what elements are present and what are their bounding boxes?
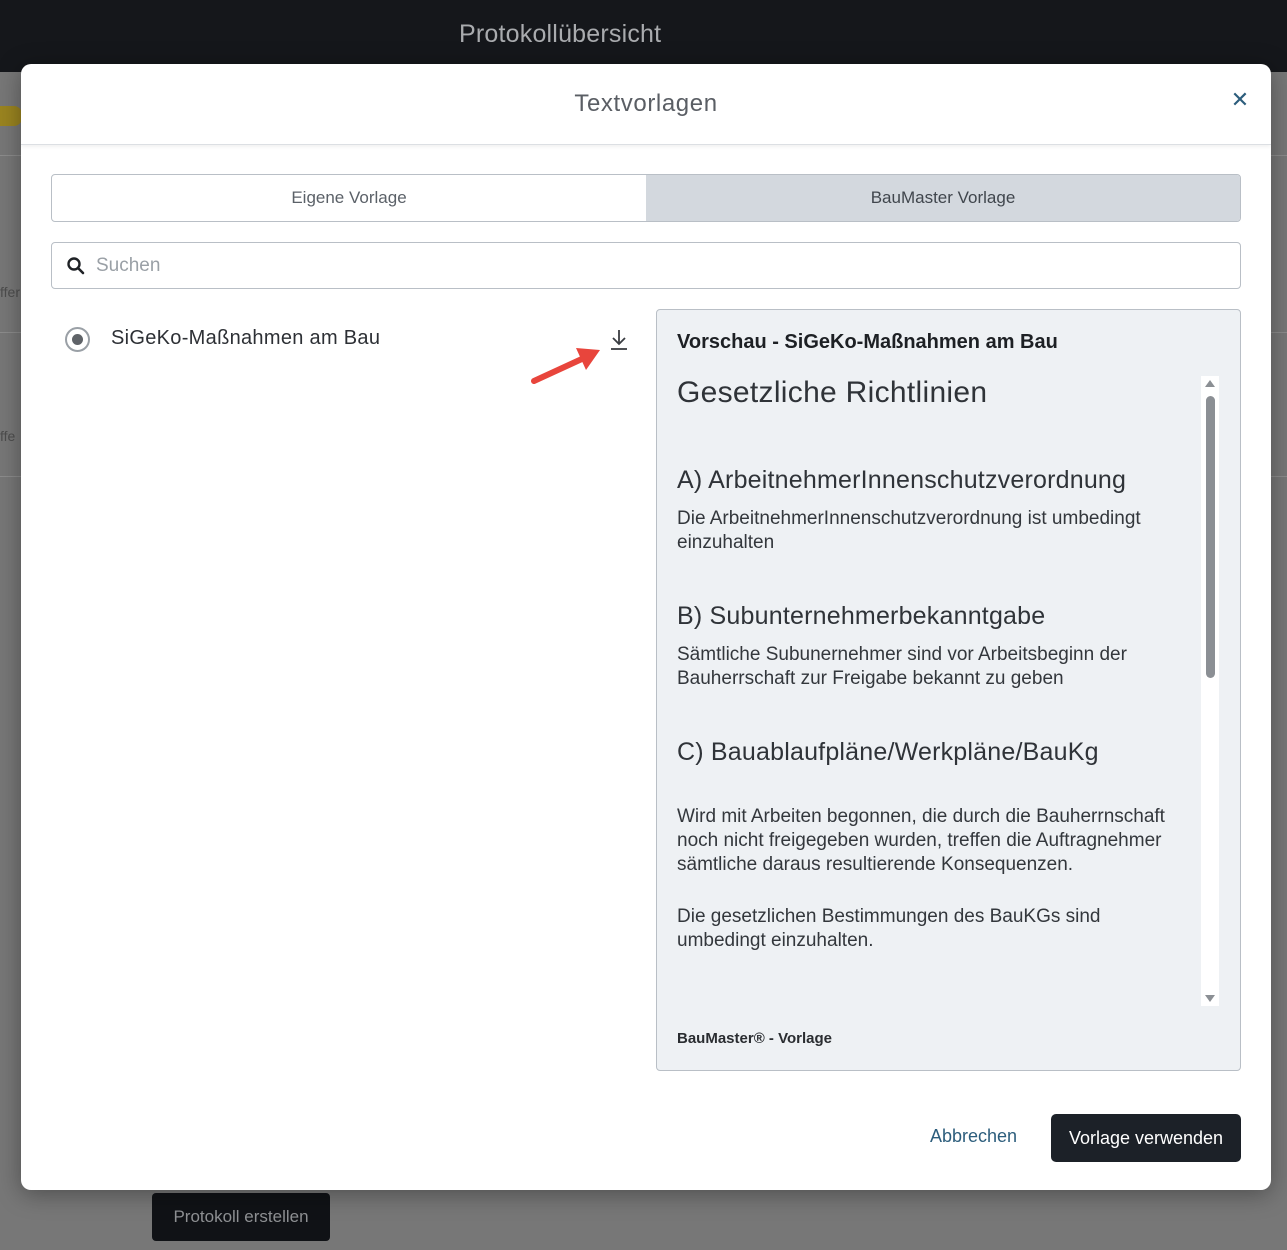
- app-header: Protokollübersicht: [0, 0, 1287, 72]
- template-preview: Vorschau - SiGeKo-Maßnahmen am Bau Geset…: [656, 309, 1241, 1071]
- preview-content: Gesetzliche Richtlinien A) ArbeitnehmerI…: [677, 372, 1177, 1002]
- template-tabs: Eigene Vorlage BauMaster Vorlage: [51, 174, 1241, 222]
- preview-section-heading: B) Subunternehmerbekanntgabe: [677, 602, 1046, 630]
- preview-heading: Gesetzliche Richtlinien: [677, 376, 988, 409]
- dialog-header: Textvorlagen ✕: [21, 64, 1271, 145]
- scroll-down-icon[interactable]: [1205, 995, 1215, 1002]
- preview-title: Vorschau - SiGeKo-Maßnahmen am Bau: [677, 331, 1058, 353]
- create-protocol-button[interactable]: Protokoll erstellen: [152, 1193, 330, 1241]
- preview-section-heading: A) ArbeitnehmerInnenschutzverordnung: [677, 466, 1127, 494]
- background-chip: [0, 106, 22, 126]
- annotation-arrow-icon: [531, 348, 600, 384]
- search-field: [51, 242, 1241, 289]
- text-templates-dialog: Textvorlagen ✕ Eigene Vorlage BauMaster …: [21, 64, 1271, 1190]
- tab-own-template[interactable]: Eigene Vorlage: [52, 175, 646, 221]
- template-radio[interactable]: [65, 327, 90, 352]
- tab-baumaster-template[interactable]: BauMaster Vorlage: [646, 175, 1240, 221]
- preview-scrollbar[interactable]: [1201, 376, 1219, 1006]
- preview-footer: BauMaster® - Vorlage: [677, 1030, 832, 1047]
- cancel-button[interactable]: Abbrechen: [930, 1126, 1017, 1147]
- download-icon[interactable]: [607, 327, 631, 353]
- use-template-button[interactable]: Vorlage verwenden: [1051, 1114, 1241, 1162]
- background-text: ffe: [0, 428, 16, 444]
- preview-section-text: Wird mit Arbeiten begonnen, die durch di…: [677, 806, 1165, 875]
- dialog-title: Textvorlagen: [574, 90, 718, 117]
- close-icon[interactable]: ✕: [1226, 86, 1254, 114]
- app-title: Protokollübersicht: [459, 20, 662, 48]
- scroll-up-icon[interactable]: [1205, 380, 1215, 387]
- preview-section-heading: C) Bauablaufpläne/Werkpläne/BauKg: [677, 738, 1099, 766]
- background-text: ffer: [0, 284, 20, 300]
- preview-section-text: Die gesetzlichen Bestimmungen des BauKGs…: [677, 906, 1101, 951]
- preview-section-text: Die ArbeitnehmerInnenschutzverordnung is…: [677, 508, 1141, 553]
- search-icon: [67, 257, 85, 275]
- scrollbar-thumb[interactable]: [1206, 396, 1215, 678]
- search-input[interactable]: [96, 251, 1216, 281]
- radio-selected-dot: [72, 334, 83, 345]
- template-label: SiGeKo-Maßnahmen am Bau: [111, 327, 381, 349]
- preview-section-text: Sämtliche Subunernehmer sind vor Arbeits…: [677, 644, 1127, 689]
